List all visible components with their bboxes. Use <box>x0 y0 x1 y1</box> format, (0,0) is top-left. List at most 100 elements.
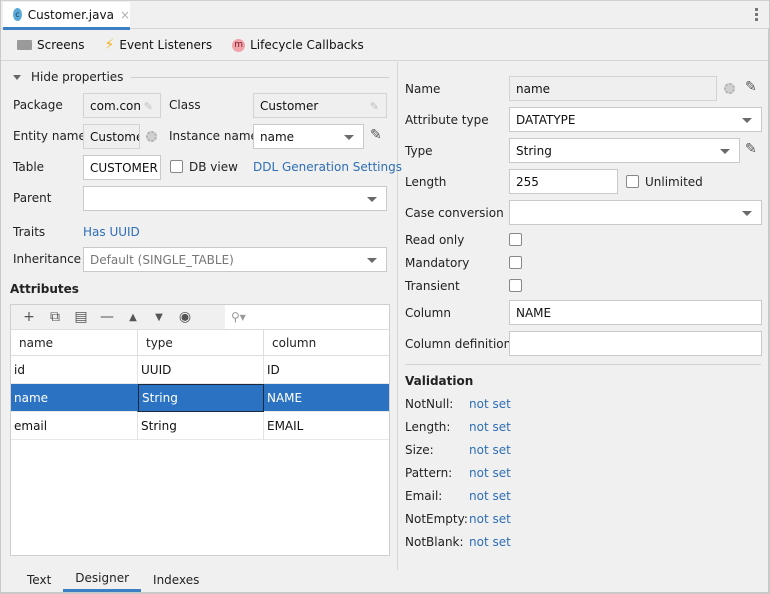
localization-globe-icon[interactable] <box>146 131 157 142</box>
instance-name-select[interactable]: name <box>253 124 364 149</box>
table-row[interactable]: id UUID ID <box>11 356 389 384</box>
add-icon[interactable]: + <box>16 307 42 327</box>
attribute-type-value: DATATYPE <box>516 112 576 127</box>
validation-notblank-label: NotBlank: <box>405 535 464 549</box>
instance-name-label: Instance name <box>169 129 258 143</box>
inheritance-label: Inheritance <box>13 252 82 266</box>
validation-notblank-link[interactable]: not set <box>469 535 511 549</box>
table-row[interactable]: email String EMAIL <box>11 412 389 440</box>
validation-size-label: Size: <box>405 443 434 457</box>
attribute-type-select[interactable]: DATATYPE <box>509 107 762 132</box>
event-listeners-label: Event Listeners <box>119 38 213 52</box>
event-listeners-button[interactable]: ⚡ Event Listeners <box>105 38 213 52</box>
entity-name-field[interactable]: Custome <box>83 124 140 149</box>
attribute-name-field[interactable]: name <box>509 76 717 101</box>
type-select[interactable]: String <box>509 138 740 163</box>
traits-label: Traits <box>13 225 46 239</box>
type-value: String <box>516 143 552 158</box>
edit-type-pencil-icon[interactable]: ✎ <box>745 141 757 157</box>
validation-notnull-label: NotNull: <box>405 397 454 411</box>
table-field[interactable]: CUSTOMER <box>83 155 161 180</box>
attributes-toolbar: + ⧉ ▤ — ▲ ▼ ◉ ⚲▾ <box>11 305 389 330</box>
lifecycle-callbacks-label: Lifecycle Callbacks <box>250 38 364 52</box>
collapse-triangle-icon <box>13 74 21 80</box>
lifecycle-callbacks-button[interactable]: m Lifecycle Callbacks <box>232 38 364 52</box>
unlimited-checkbox[interactable] <box>626 175 639 188</box>
column-definition-field[interactable] <box>509 331 762 356</box>
class-field[interactable]: Customer ✎ <box>253 93 387 118</box>
hide-properties-toggle[interactable]: Hide properties <box>13 70 389 84</box>
attributes-heading: Attributes <box>10 282 79 296</box>
validation-notnull-link[interactable]: not set <box>469 397 511 411</box>
validation-length-link[interactable]: not set <box>469 420 511 434</box>
ddl-generation-settings-link[interactable]: DDL Generation Settings <box>253 160 402 174</box>
db-view-checkbox[interactable] <box>170 160 183 173</box>
validation-email-link[interactable]: not set <box>469 489 511 503</box>
package-field[interactable]: com.con ✎ <box>83 93 161 118</box>
validation-size-link[interactable]: not set <box>469 443 511 457</box>
transient-checkbox[interactable] <box>509 279 522 292</box>
file-tab-label: Customer.java <box>27 7 114 22</box>
close-icon[interactable]: × <box>120 8 130 22</box>
case-conversion-select[interactable] <box>509 200 762 225</box>
remove-icon[interactable]: — <box>94 307 120 327</box>
attributes-search-input[interactable]: ⚲▾ <box>225 305 389 329</box>
tab-designer[interactable]: Designer <box>63 567 142 592</box>
has-uuid-link[interactable]: Has UUID <box>83 225 140 239</box>
tab-text[interactable]: Text <box>15 567 63 592</box>
method-m-icon: m <box>232 38 246 52</box>
type-label: Type <box>405 144 433 158</box>
eye-icon[interactable]: ◉ <box>172 307 198 327</box>
table-label: Table <box>13 160 45 174</box>
column-header-type[interactable]: type <box>138 330 264 356</box>
pencil-icon[interactable]: ✎ <box>144 100 153 113</box>
chevron-down-icon <box>720 149 730 154</box>
mandatory-checkbox[interactable] <box>509 256 522 269</box>
divider <box>405 364 761 365</box>
divider <box>131 76 389 78</box>
column-header-name[interactable]: name <box>11 330 138 356</box>
cell-name: name <box>11 384 138 412</box>
length-value: 255 <box>516 174 539 189</box>
screens-button[interactable]: Screens <box>17 38 85 52</box>
name-label: Name <box>405 82 441 96</box>
attributes-table-header: name type column <box>11 330 389 356</box>
lightning-icon: ⚡ <box>104 37 115 53</box>
pencil-icon[interactable]: ✎ <box>370 100 379 113</box>
attributes-table: + ⧉ ▤ — ▲ ▼ ◉ ⚲▾ name type column id UUI… <box>10 304 390 556</box>
attribute-editor-panel: Name name ✎ Attribute type DATATYPE Type… <box>399 62 769 567</box>
table-value: CUSTOMER <box>90 160 158 175</box>
more-vertical-icon[interactable] <box>755 8 759 21</box>
column-field[interactable]: NAME <box>509 300 762 325</box>
from-db-icon[interactable]: ▤ <box>68 307 94 327</box>
edit-name-pencil-icon[interactable]: ✎ <box>745 79 757 95</box>
parent-select[interactable] <box>83 186 387 211</box>
screens-label: Screens <box>37 38 85 52</box>
instance-name-value: name <box>260 129 295 144</box>
cell-column: NAME <box>267 391 303 405</box>
chevron-down-icon <box>742 118 752 123</box>
attribute-type-label: Attribute type <box>405 113 489 127</box>
class-value: Customer <box>260 98 319 113</box>
length-field[interactable]: 255 <box>509 169 618 194</box>
cell-type: UUID <box>138 356 264 384</box>
move-down-icon[interactable]: ▼ <box>146 307 172 327</box>
validation-pattern-link[interactable]: not set <box>469 466 511 480</box>
move-up-icon[interactable]: ▲ <box>120 307 146 327</box>
edit-instance-name-pencil-icon[interactable]: ✎ <box>370 127 382 143</box>
column-header-column[interactable]: column <box>264 330 389 356</box>
validation-length-label: Length: <box>405 420 451 434</box>
table-row-selected[interactable]: name String NAME <box>11 384 389 412</box>
copy-icon[interactable]: ⧉ <box>42 307 68 327</box>
editor-window: c Customer.java × Screens ⚡ Event Listen… <box>0 0 770 594</box>
class-label: Class <box>169 98 201 112</box>
package-value: com.con <box>90 98 141 113</box>
validation-notempty-link[interactable]: not set <box>469 512 511 526</box>
localization-globe-icon[interactable] <box>724 83 735 94</box>
inheritance-value: Default (SINGLE_TABLE) <box>90 252 234 267</box>
tab-indexes[interactable]: Indexes <box>141 567 211 592</box>
class-c-icon: c <box>13 8 22 21</box>
inheritance-select[interactable]: Default (SINGLE_TABLE) <box>83 247 387 272</box>
read-only-checkbox[interactable] <box>509 233 522 246</box>
file-tab-customer-java[interactable]: c Customer.java × <box>3 2 130 30</box>
